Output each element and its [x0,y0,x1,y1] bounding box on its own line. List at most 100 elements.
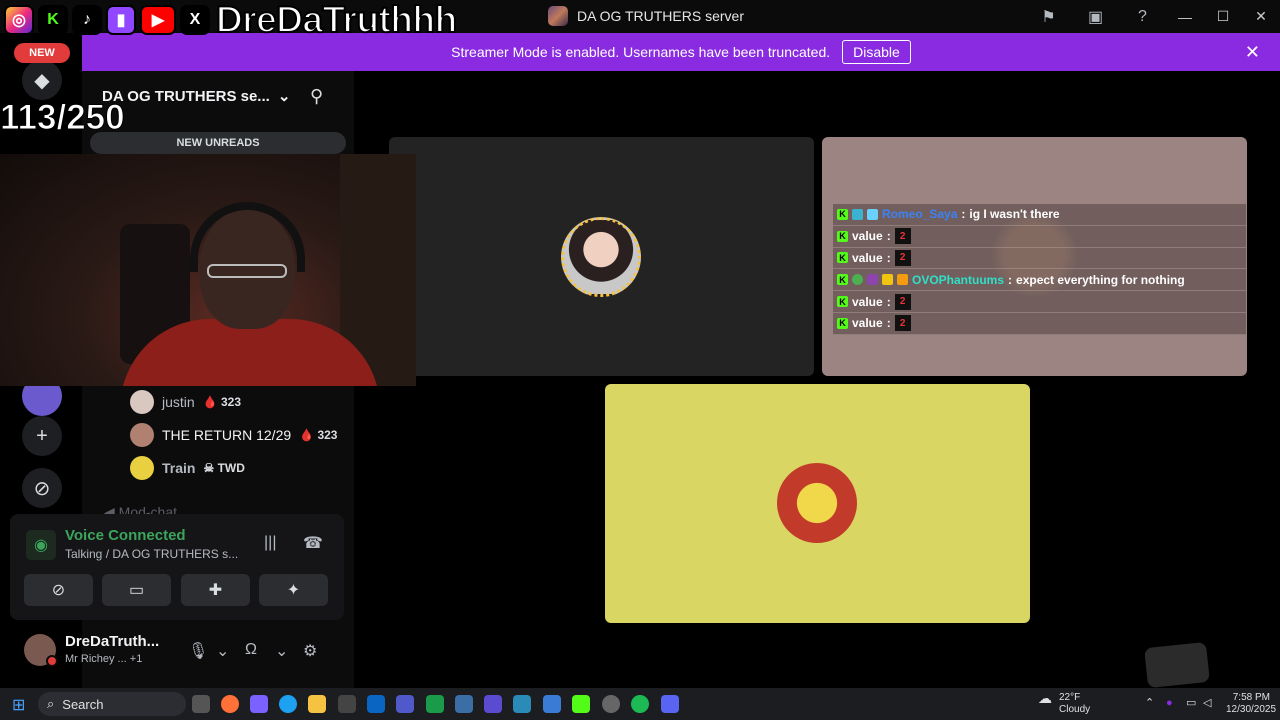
emote-icon: 2 [894,293,911,310]
weather-widget[interactable]: ☁ [1038,691,1052,707]
windows-start-icon[interactable]: ⊞ [12,695,25,715]
volume-icon[interactable]: ◁ [1203,697,1211,709]
headphones-icon[interactable]: Ω [245,641,257,659]
add-server-icon[interactable]: + [22,416,62,456]
server-header[interactable]: DA OG TRUTHERS se... ⌄ [102,87,291,106]
chat-username: value [852,316,883,331]
microphone-icon[interactable]: 🎙 [188,641,208,661]
follower-counter: 113/250 [0,98,125,138]
minimize-icon[interactable]: — [1166,0,1204,33]
kick-badge-icon: K [837,296,848,308]
noise-suppression-icon[interactable]: ||| [264,534,276,552]
weather-desc: Cloudy [1059,704,1091,715]
kick-app-icon[interactable] [572,695,590,713]
edge-icon[interactable] [279,695,297,713]
weather-text[interactable]: 22°F Cloudy [1059,692,1090,716]
app-icon-dolphin[interactable] [513,695,531,713]
network-icon[interactable]: ▭ [1186,697,1196,709]
voice-channel-subtitle[interactable]: Talking / DA OG TRUTHERS s... [65,547,238,561]
settings-gear-icon[interactable]: ⚙ [303,641,317,661]
title-actions: ⚑ ▣ ? — ☐ ✕ [1025,0,1280,33]
invite-people-icon[interactable]: ⚲ [310,86,323,107]
photos-icon[interactable] [455,695,473,713]
xbox-icon[interactable] [426,695,444,713]
member-name: THE RETURN 12/29 [162,427,292,443]
chat-message: K value : 2 [833,247,1246,270]
tray-chevron-icon[interactable]: ⌃ [1145,697,1154,709]
chat-message: K value : 2 [833,291,1246,313]
discord-icon[interactable] [661,695,679,713]
outlook-icon[interactable] [367,695,385,713]
tray-mic-icon[interactable]: ● [1166,697,1173,709]
store-icon[interactable] [338,695,356,713]
kick-badge-icon: K [837,230,848,242]
new-unreads-pill[interactable]: NEW UNREADS [90,132,346,154]
task-view-icon[interactable] [192,695,210,713]
voice-tile-user-3[interactable] [605,384,1030,623]
server-name: DA OG TRUTHERS se... [102,87,270,105]
activities-button[interactable]: ✚ [181,574,250,606]
notes-icon[interactable] [484,695,502,713]
chat-message: K Romeo_Saya : ig I wasn't there [833,204,1246,226]
screen-share-button[interactable]: ▭ [102,574,171,606]
chat-separator: : [1008,272,1013,287]
voice-tile-user-1[interactable] [389,137,814,376]
avatar [130,456,154,480]
disconnect-icon[interactable]: ☎ [303,533,323,553]
voice-signal-icon[interactable]: ◉ [26,530,56,560]
discover-icon[interactable]: ⊘ [22,468,62,508]
firefox-icon[interactable] [221,695,239,713]
user-status: Mr Richey ... +1 [65,653,143,665]
chat-separator: : [886,229,891,244]
gem-badge-icon [867,274,878,286]
audio-options-chevron-icon[interactable]: ⌄ [275,641,288,661]
chat-message: K OVOPhantuums : expect everything for n… [833,269,1246,292]
youtube-icon: ▶ [140,5,176,35]
spotify-icon[interactable] [631,695,649,713]
close-banner-icon[interactable]: ✕ [1245,42,1260,63]
mic-options-chevron-icon[interactable]: ⌄ [216,641,229,661]
user-name[interactable]: DreDaTruth... [65,633,159,650]
avatar [130,423,154,447]
voice-member[interactable]: THE RETURN 12/29 🩸 323 [130,423,337,447]
instagram-icon: ◎ [4,5,34,35]
chevron-down-icon: ⌄ [277,88,291,105]
avatar [561,217,641,297]
voice-member[interactable]: Train ☠ TWD [130,456,245,480]
maximize-icon[interactable]: ☐ [1204,0,1242,33]
close-window-icon[interactable]: ✕ [1242,0,1280,33]
chat-message: K value : 2 [833,225,1246,248]
date: 12/30/2025 [1226,704,1277,715]
kick-badge-icon: K [837,317,848,329]
soundboard-icon: ✦ [286,582,301,599]
file-explorer-icon[interactable] [308,695,326,713]
member-name: Train [162,460,196,476]
voice-status-title[interactable]: Voice Connected [65,527,186,544]
emote-icon: 2 [894,315,911,332]
streamer-name: DreDaTruthhh [215,0,458,41]
help-icon[interactable]: ? [1119,0,1166,33]
camera-off-button[interactable]: ⊘ [24,574,93,606]
gold-badge-icon [882,274,893,286]
gift-badge-icon [867,208,878,220]
copilot-icon[interactable] [250,695,268,713]
chat-username: OVOPhantuums [912,272,1005,287]
kick-badge-icon: K [837,274,848,286]
stream-chat-overlay: K Romeo_Saya : ig I wasn't there K value… [833,204,1246,335]
teams-icon[interactable] [396,695,414,713]
inbox-icon[interactable]: ▣ [1072,0,1119,33]
screen-share-icon: ▭ [128,582,145,599]
server-icon [548,6,568,26]
obs-icon[interactable] [602,695,620,713]
clock[interactable]: 7:58 PM 12/30/2025 [1226,692,1277,716]
server-icon-dice[interactable]: ◆ [22,60,62,100]
chat-username: value [852,294,883,309]
disable-button[interactable]: Disable [842,40,911,64]
voice-member[interactable]: justin 🩸 323 [130,390,241,414]
soundboard-button[interactable]: ✦ [259,574,328,606]
webcam-feed [0,154,416,386]
new-pill[interactable]: NEW [14,43,70,63]
flag-icon[interactable]: ⚑ [1025,0,1072,33]
taskbar-search[interactable]: ⌕ Search [38,692,186,716]
app-icon-image[interactable] [543,695,561,713]
